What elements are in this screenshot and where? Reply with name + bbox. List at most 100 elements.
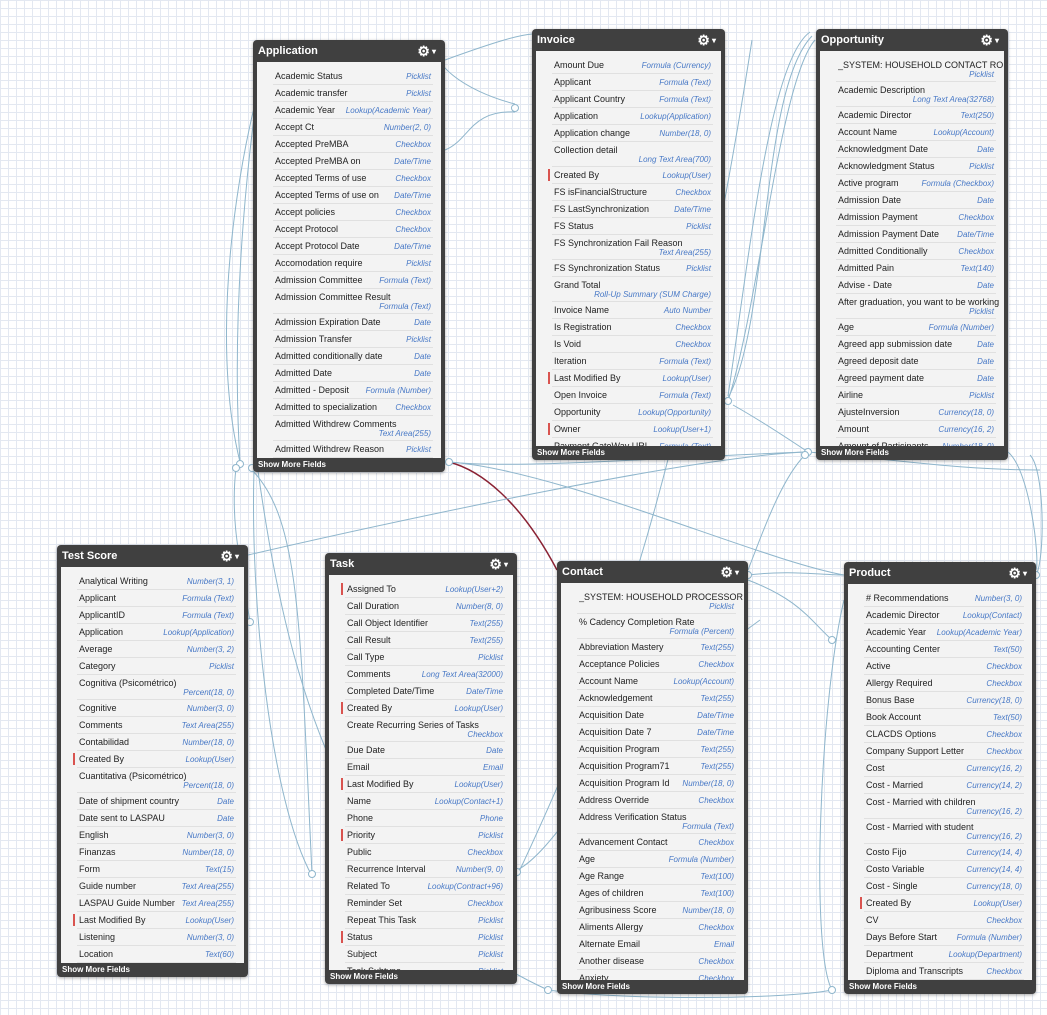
show-more-fields-link[interactable]: Show More Fields [821, 446, 1008, 459]
field-row[interactable]: Last Modified By Lookup(User) [341, 776, 505, 793]
field-row[interactable]: Amount of ParticipantsNumber(18, 0) [836, 438, 996, 446]
field-row[interactable]: Task SubtypePicklist [345, 963, 505, 970]
field-row[interactable]: Location Text(60) [77, 946, 236, 963]
field-row[interactable]: Comments Text Area(255) [77, 717, 236, 734]
field-row[interactable]: Accepted Terms of use on Date/Time [273, 187, 433, 204]
field-row[interactable]: Book Account Text(50) [864, 709, 1024, 726]
field-row[interactable]: Created By Lookup(User) [341, 700, 505, 717]
field-row[interactable]: Agreed deposit date Date [836, 353, 996, 370]
field-row[interactable]: Advise - Date Date [836, 277, 996, 294]
field-row[interactable]: Acquisition Date 7 Date/Time [577, 724, 736, 741]
field-row[interactable]: Cost Currency(16, 2) [864, 760, 1024, 777]
field-list[interactable]: _SYSTEM: HOUSEHOLD CONTACT RO Picklist Aca… [820, 51, 1004, 446]
field-row[interactable]: Iteration Formula (Text) [552, 353, 713, 370]
field-row[interactable]: FS isFinancialStructure Checkbox [552, 184, 713, 201]
field-row[interactable]: AjusteInversion Currency(18, 0) [836, 404, 996, 421]
field-row[interactable]: Admission Payment Checkbox [836, 209, 996, 226]
field-row[interactable]: Date of shipment country Date [77, 793, 236, 810]
field-row[interactable]: Admitted Date Date [273, 365, 433, 382]
field-row[interactable]: Last Modified By Lookup(User) [73, 912, 236, 929]
field-row[interactable]: Accepted PreMBA on Date/Time [273, 153, 433, 170]
field-row[interactable]: FS Synchronization Fail Reason Text Area(… [552, 235, 713, 260]
field-row[interactable]: Owner Lookup(User+1) [548, 421, 713, 438]
field-row[interactable]: _SYSTEM: HOUSEHOLD PROCESSOR Picklist [577, 589, 743, 614]
field-row[interactable]: Completed Date/Time Date/Time [345, 683, 505, 700]
field-row[interactable]: Acquisition Program Id Number(18, 0) [577, 775, 736, 792]
field-row[interactable]: Due Date Date [345, 742, 505, 759]
show-more-fields-link[interactable]: Show More Fields [330, 970, 517, 983]
field-row[interactable]: Admitted to specialization Checkbox [273, 399, 433, 416]
field-row[interactable]: CV Checkbox [864, 912, 1024, 929]
field-row[interactable]: Related To Lookup(Contract+96) [345, 878, 505, 895]
field-row[interactable]: Status Picklist [341, 929, 505, 946]
field-row[interactable]: Comments Long Text Area(32000) [345, 666, 505, 683]
field-list[interactable]: _SYSTEM: HOUSEHOLD PROCESSOR Picklist% Ca… [561, 583, 744, 980]
field-row[interactable]: Reminder Set Checkbox [345, 895, 505, 912]
field-row[interactable]: Invoice Name Auto Number [552, 302, 713, 319]
field-row[interactable]: Age Range Text(100) [577, 868, 736, 885]
field-row[interactable]: Cost - Married with children Currency(16,… [864, 794, 1024, 819]
field-row[interactable]: Call Object Identifier Text(255) [345, 615, 505, 632]
field-row[interactable]: Application Lookup(Application) [552, 108, 713, 125]
field-row[interactable]: Grand Total Roll-Up Summary (SUM Charge) [552, 277, 713, 302]
gear-icon[interactable]: ⚙ ▾ [980, 30, 999, 50]
gear-icon[interactable]: ⚙ ▾ [220, 546, 239, 566]
field-row[interactable]: Abbreviation Mastery Text(255) [577, 639, 736, 656]
field-row[interactable]: Created By Lookup(User) [548, 167, 713, 184]
field-row[interactable]: Phone Phone [345, 810, 505, 827]
field-row[interactable]: Diploma and Transcripts Checkbox [864, 963, 1024, 980]
field-row[interactable]: Ages of children Text(100) [577, 885, 736, 902]
object-card-application[interactable]: Application ⚙ ▾ Academic Status Picklist Acad… [253, 40, 445, 472]
field-row[interactable]: Priority Picklist [341, 827, 505, 844]
field-row[interactable]: Academic Status Picklist [273, 68, 433, 85]
chevron-down-icon[interactable]: ▾ [432, 47, 436, 56]
field-row[interactable]: Accounting Center Text(50) [864, 641, 1024, 658]
field-row[interactable]: Amount Currency(16, 2) [836, 421, 996, 438]
field-row[interactable]: After graduation, you want to be working… [836, 294, 999, 319]
field-row[interactable]: Recurrence Interval Number(9, 0) [345, 861, 505, 878]
field-row[interactable]: ApplicantID Formula (Text) [77, 607, 236, 624]
field-row[interactable]: Acquisition Date Date/Time [577, 707, 736, 724]
object-card-task[interactable]: Task ⚙ ▾ Assigned To Lookup(User+2) Call Dura… [325, 553, 517, 984]
field-row[interactable]: Average Number(3, 2) [77, 641, 236, 658]
gear-icon[interactable]: ⚙ ▾ [697, 30, 716, 50]
field-row[interactable]: Academic Year Lookup(Academic Year) [864, 624, 1024, 641]
chevron-down-icon[interactable]: ▾ [235, 552, 239, 561]
chevron-down-icon[interactable]: ▾ [735, 568, 739, 577]
field-row[interactable]: Admitted conditionally date Date [273, 348, 433, 365]
field-row[interactable]: Aliments Allergy Checkbox [577, 919, 736, 936]
field-row[interactable]: Last Modified By Lookup(User) [548, 370, 713, 387]
field-row[interactable]: Analytical Writing Number(3, 1) [77, 573, 236, 590]
field-row[interactable]: Department Lookup(Department) [864, 946, 1024, 963]
field-row[interactable]: Account Name Lookup(Account) [836, 124, 996, 141]
field-list[interactable]: Assigned To Lookup(User+2) Call Duration Nu… [329, 575, 513, 970]
field-row[interactable]: Is Void Checkbox [552, 336, 713, 353]
field-row[interactable]: Category Picklist [77, 658, 236, 675]
field-row[interactable]: Another disease Checkbox [577, 953, 736, 970]
field-row[interactable]: Accepted PreMBA Checkbox [273, 136, 433, 153]
field-row[interactable]: Applicant Formula (Text) [77, 590, 236, 607]
field-list[interactable]: Amount Due Formula (Currency) Applicant For… [536, 51, 721, 446]
field-row[interactable]: FS Status Picklist [552, 218, 713, 235]
field-row[interactable]: Cognitive Number(3, 0) [77, 700, 236, 717]
field-row[interactable]: Guide number Text Area(255) [77, 878, 236, 895]
gear-icon[interactable]: ⚙ ▾ [417, 41, 436, 61]
chevron-down-icon[interactable]: ▾ [1023, 569, 1027, 578]
field-row[interactable]: Address Override Checkbox [577, 792, 736, 809]
field-row[interactable]: Admission Payment Date Date/Time [836, 226, 996, 243]
field-row[interactable]: Call Duration Number(8, 0) [345, 598, 505, 615]
object-card-contact[interactable]: Contact ⚙ ▾ _SYSTEM: HOUSEHOLD PROCESSOR Pic… [557, 561, 748, 994]
field-row[interactable]: Acquisition Program71 Text(255) [577, 758, 736, 775]
show-more-fields-link[interactable]: Show More Fields [849, 980, 1036, 993]
field-row[interactable]: Account Name Lookup(Account) [577, 673, 736, 690]
field-row[interactable]: Applicant Formula (Text) [552, 74, 713, 91]
object-card-product[interactable]: Product ⚙ ▾ # Recommendations Number(3, 0) Ac… [844, 562, 1036, 994]
field-row[interactable]: Admission Expiration Date Date [273, 314, 433, 331]
field-row[interactable]: Admitted Withdrew Comments Text Area(255) [273, 416, 433, 441]
field-row[interactable]: Advancement Contact Checkbox [577, 834, 736, 851]
field-row[interactable]: Agribusiness Score Number(18, 0) [577, 902, 736, 919]
field-row[interactable]: Costo Fijo Currency(14, 4) [864, 844, 1024, 861]
field-row[interactable]: Acknowledgment Date Date [836, 141, 996, 158]
show-more-fields-link[interactable]: Show More Fields [562, 980, 748, 993]
show-more-fields-link[interactable]: Show More Fields [258, 458, 445, 471]
